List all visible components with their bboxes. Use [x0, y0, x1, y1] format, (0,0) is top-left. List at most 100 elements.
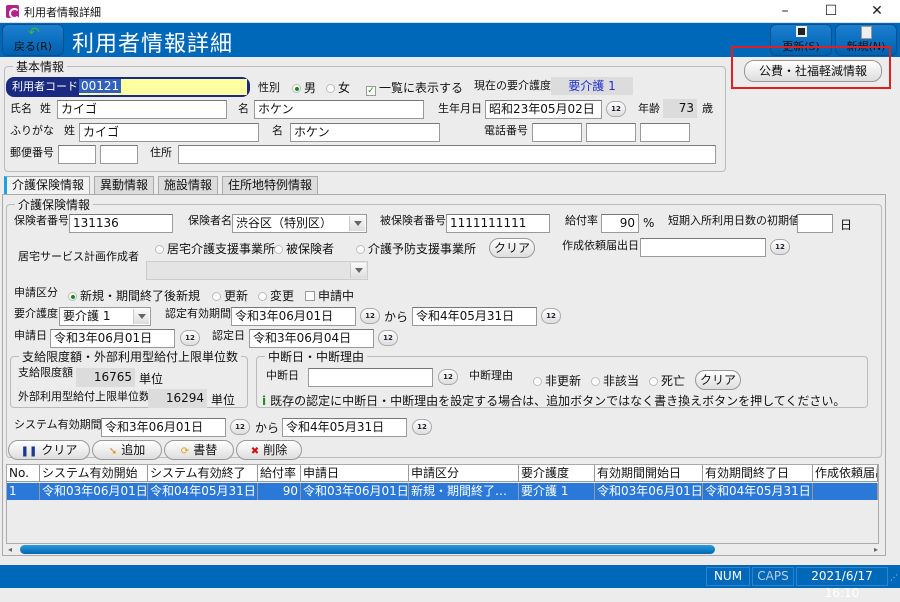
horizontal-scrollbar[interactable]: ◂ ▸: [8, 543, 878, 556]
column-header[interactable]: 有効期間終了日: [703, 465, 813, 482]
phone-input-2[interactable]: [586, 123, 636, 142]
age-value: 73: [663, 99, 697, 118]
phone-input-1[interactable]: [532, 123, 582, 142]
care-level-select[interactable]: 要介護 1: [59, 307, 151, 326]
insured-no-label: 被保険者番号: [380, 214, 446, 227]
clear-button[interactable]: ❚❚ クリア: [8, 440, 90, 460]
age-label: 年齢: [638, 102, 660, 115]
request-calendar-icon[interactable]: 12: [770, 239, 790, 255]
gender-female-radio[interactable]: 女: [326, 79, 350, 96]
user-code-value: 00121: [79, 79, 122, 93]
suspend-radio-nonrenew[interactable]: 非更新: [533, 372, 581, 389]
cert-start-input[interactable]: 令和3年06月01日: [231, 307, 356, 326]
add-button[interactable]: ➘ 追加: [92, 440, 162, 460]
replace-button[interactable]: ⟳ 書替: [164, 440, 234, 460]
first-name-input[interactable]: ホケン: [254, 100, 424, 119]
limit-label: 支給限度額: [18, 366, 73, 379]
pause-icon: ❚❚: [20, 446, 38, 457]
column-header[interactable]: 申請区分: [409, 465, 519, 482]
tab-address-special[interactable]: 住所地特例情報: [222, 176, 319, 194]
tab-facility[interactable]: 施設情報: [158, 176, 219, 194]
first-kana-input[interactable]: ホケン: [290, 123, 440, 142]
last-kana-label: 姓: [64, 124, 75, 137]
cell-sys-end: 令和04年05月31日: [148, 483, 258, 500]
application-radio-change[interactable]: 変更: [258, 287, 294, 304]
cert-date-calendar-icon[interactable]: 12: [378, 330, 398, 346]
phone-input-3[interactable]: [640, 123, 690, 142]
sys-end-calendar-icon[interactable]: 12: [412, 419, 432, 435]
scroll-left-icon[interactable]: ◂: [8, 545, 12, 554]
day-unit: 日: [840, 218, 853, 232]
last-kana-input[interactable]: カイゴ: [79, 123, 259, 142]
resize-grip-icon[interactable]: ⋰: [890, 573, 898, 582]
tab-care-insurance[interactable]: 介護保険情報: [4, 176, 91, 195]
benefit-rate-label: 給付率: [565, 214, 598, 227]
sys-end-input[interactable]: 令和4年05月31日: [282, 418, 407, 437]
application-radio-renew[interactable]: 更新: [212, 287, 248, 304]
care-level-label: 要介護度: [14, 307, 58, 320]
application-radio-new[interactable]: 新規・期間終了後新規: [68, 287, 200, 304]
name-label: 氏名: [10, 102, 32, 115]
gender-male-radio[interactable]: 男: [292, 79, 316, 96]
cert-end-calendar-icon[interactable]: 12: [541, 308, 561, 324]
back-button[interactable]: ↶ 戻る(R): [2, 24, 64, 56]
apply-date-input[interactable]: 令和3年06月01日: [50, 329, 175, 348]
insurer-name-select[interactable]: 渋谷区（特別区）: [232, 214, 367, 233]
column-header[interactable]: 給付率: [258, 465, 301, 482]
benefit-rate-input[interactable]: 90: [601, 214, 639, 233]
apply-calendar-icon[interactable]: 12: [180, 330, 200, 346]
percent-unit: %: [643, 216, 655, 230]
planner-radio-insured[interactable]: 被保険者: [274, 240, 334, 257]
limit-unit: 単位: [139, 372, 164, 386]
suspend-radio-notapplicable[interactable]: 非該当: [591, 372, 639, 389]
column-header[interactable]: システム有効終了: [148, 465, 258, 482]
page-title: 利用者情報詳細: [72, 32, 234, 57]
suspend-calendar-icon[interactable]: 12: [438, 369, 458, 385]
cert-start-calendar-icon[interactable]: 12: [360, 308, 380, 324]
sys-start-calendar-icon[interactable]: 12: [230, 419, 250, 435]
postal-input-1[interactable]: [58, 145, 96, 164]
last-name-input[interactable]: カイゴ: [57, 100, 227, 119]
suspend-clear-button[interactable]: クリア: [695, 370, 741, 390]
suspend-legend: 中断日・中断理由: [268, 350, 365, 364]
maximize-button[interactable]: ☐: [808, 0, 854, 23]
tab-transfer[interactable]: 異動情報: [94, 176, 155, 194]
planner-select[interactable]: [146, 261, 368, 280]
sys-start-input[interactable]: 令和3年06月01日: [101, 418, 226, 437]
short-stay-input[interactable]: [797, 214, 833, 233]
suspend-date-input[interactable]: [308, 368, 433, 387]
planner-clear-button[interactable]: クリア: [489, 238, 535, 258]
scrollbar-thumb[interactable]: [20, 545, 715, 554]
minimize-button[interactable]: –: [762, 0, 808, 23]
insurer-no-input[interactable]: 131136: [69, 214, 173, 233]
column-header[interactable]: 要介護度: [519, 465, 595, 482]
birth-calendar-icon[interactable]: 12: [606, 101, 626, 117]
column-header[interactable]: 作成依頼届出: [813, 465, 878, 482]
insured-no-input[interactable]: 1111111111: [446, 214, 550, 233]
planner-radio-prevention[interactable]: 介護予防支援事業所: [356, 240, 476, 257]
status-bar: NUM CAPS 2021/6/17 16:10 ⋰: [0, 565, 900, 600]
postal-input-2[interactable]: [100, 145, 138, 164]
scroll-right-icon[interactable]: ▸: [874, 545, 878, 554]
column-header[interactable]: No.: [7, 465, 40, 482]
show-in-list-checkbox[interactable]: ✓ 一覧に表示する: [366, 79, 463, 96]
applying-checkbox[interactable]: 申請中: [305, 287, 354, 304]
user-code-input[interactable]: 00121: [79, 79, 247, 95]
cert-end-input[interactable]: 令和4年05月31日: [412, 307, 537, 326]
close-button[interactable]: ✕: [854, 0, 900, 23]
table-row[interactable]: 1 令和03年06月01日 令和04年05月31日 90 令和03年06月01日…: [7, 483, 878, 500]
column-header[interactable]: 申請日: [301, 465, 409, 482]
birth-date-input[interactable]: 昭和23年05月02日: [485, 100, 602, 119]
request-date-input[interactable]: [640, 238, 766, 257]
address-input[interactable]: [178, 145, 716, 164]
planner-radio-office[interactable]: 居宅介護支援事業所: [155, 240, 275, 257]
caps-lock-indicator: CAPS: [752, 567, 794, 586]
suspend-date-label: 中断日: [266, 369, 299, 382]
cell-no: 1: [7, 483, 40, 500]
suspend-radio-death[interactable]: 死亡: [649, 372, 685, 389]
column-header[interactable]: システム有効開始: [40, 465, 148, 482]
column-header[interactable]: 有効期間開始日: [595, 465, 703, 482]
insurance-legend: 介護保険情報: [18, 198, 91, 212]
delete-button[interactable]: ✖ 削除: [236, 440, 302, 460]
cert-date-input[interactable]: 令和3年06月04日: [249, 329, 374, 348]
